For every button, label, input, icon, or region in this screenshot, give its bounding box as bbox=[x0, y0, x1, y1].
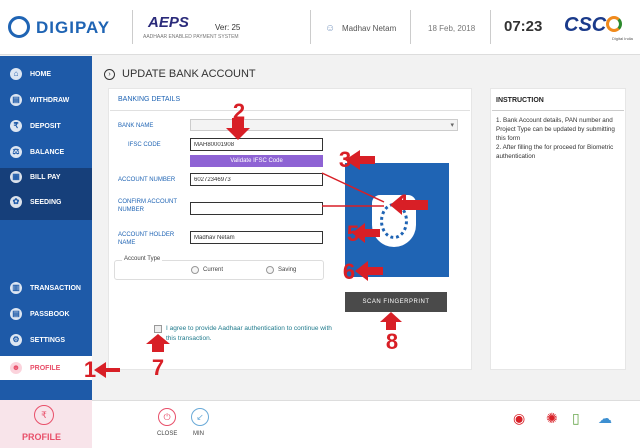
annotation-1: 1 bbox=[83, 357, 97, 382]
annotation-5: 5 bbox=[346, 221, 360, 246]
close-button[interactable]: ⏻ bbox=[158, 408, 176, 426]
close-label: CLOSE bbox=[157, 431, 178, 437]
annotation-arrow-7 bbox=[146, 334, 170, 352]
device-icon: ▯ bbox=[572, 410, 580, 426]
annotation-line-4a bbox=[321, 172, 385, 203]
annotation-8: 8 bbox=[385, 329, 399, 354]
min-label: MIN bbox=[193, 431, 204, 437]
annotation-3: 3 bbox=[338, 147, 352, 172]
annotation-4: 4 bbox=[395, 190, 409, 215]
annotation-6: 6 bbox=[342, 259, 356, 284]
cloud-sync-icon: ☁ bbox=[598, 410, 612, 426]
profile-tab-label: PROFILE bbox=[22, 432, 62, 442]
profile-tab-icon: ₹ bbox=[34, 405, 54, 425]
annotation-7: 7 bbox=[151, 355, 165, 380]
annotation-arrow-8 bbox=[380, 312, 402, 330]
fingerprint-status-icon: ✺ bbox=[546, 410, 558, 426]
eye-icon: ◉ bbox=[513, 410, 526, 426]
annotation-2: 2 bbox=[232, 99, 246, 124]
bottom-bar bbox=[0, 400, 640, 448]
minimize-button[interactable]: ↙ bbox=[191, 408, 209, 426]
